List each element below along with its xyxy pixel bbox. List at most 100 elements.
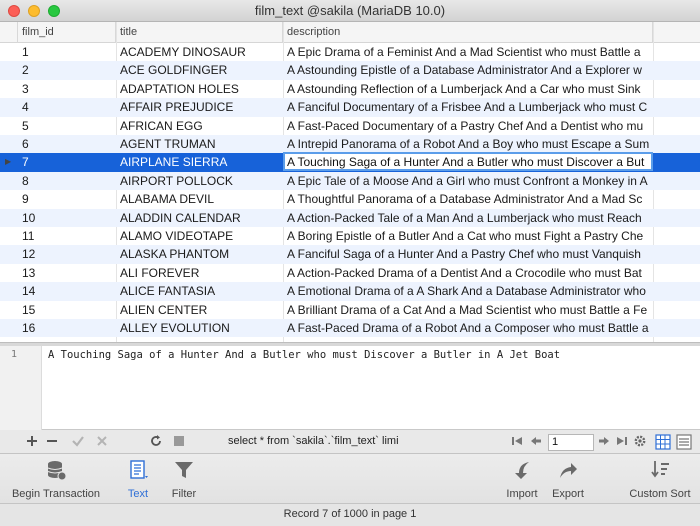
cell-film-id[interactable]: 14 [18, 282, 115, 300]
cell-title[interactable]: ALASKA PHANTOM [116, 245, 282, 263]
cell-film-id[interactable]: 7 [18, 153, 115, 171]
filter-button[interactable]: Filter [164, 459, 204, 500]
custom-sort-button[interactable]: Custom Sort [624, 459, 696, 500]
table-row[interactable]: 8 AIRPORT POLLOCK A Epic Tale of a Moose A… [0, 171, 700, 191]
row-marker-header [0, 22, 18, 43]
table-row[interactable]: 6 AGENT TRUMAN A Intrepid Panorama of a Ro… [0, 135, 700, 154]
cell-title[interactable]: ALLEY EVOLUTION [116, 319, 282, 337]
custom-sort-label: Custom Sort [629, 488, 691, 500]
cell-description[interactable]: A Astounding Reflection of a Lumberjack … [283, 80, 653, 98]
cell-description[interactable]: A Fanciful Saga of a Hunter And a Pastry… [283, 245, 653, 263]
refresh-button[interactable] [148, 434, 164, 450]
cell-description[interactable]: A Fanciful Documentary of a Frisbee And … [283, 98, 653, 116]
cell-description[interactable]: A Astounding Epistle of a Database Admin… [283, 61, 653, 79]
cell-description[interactable]: A Brilliant Drama of a Cat And a Mad Sci… [283, 301, 653, 319]
table-row[interactable]: 10 ALADDIN CALENDAR A Action-Packed Tale o… [0, 208, 700, 227]
table-row[interactable]: 15 ALIEN CENTER A Brilliant Drama of a Cat… [0, 301, 700, 319]
grid-view-button[interactable] [655, 434, 671, 450]
cell-film-id[interactable]: 4 [18, 98, 115, 116]
column-header-title[interactable]: title [116, 22, 283, 43]
table-row[interactable]: ▶ 7 AIRPLANE SIERRA A Touching Saga of a Hu… [0, 152, 700, 172]
cell-title[interactable]: AGENT TRUMAN [116, 135, 282, 153]
form-view-button[interactable] [676, 434, 692, 450]
minimize-window-button[interactable] [28, 5, 40, 17]
cell-film-id[interactable]: 2 [18, 61, 115, 79]
cell-description[interactable]: A Epic Drama of a Feminist And a Mad Sci… [283, 43, 653, 61]
cell-description[interactable]: A Action-Packed Drama of a Dentist And a… [283, 264, 653, 282]
cell-film-id[interactable]: 5 [18, 117, 115, 135]
table-row[interactable]: 11 ALAMO VIDEOTAPE A Boring Epistle of a B… [0, 227, 700, 245]
text-view-button[interactable]: Text [116, 459, 160, 500]
cell-description[interactable]: A Thoughtful Panorama of a Database Admi… [283, 190, 653, 208]
table-row[interactable]: 3 ADAPTATION HOLES A Astounding Reflection… [0, 80, 700, 98]
record-status-text: Record 7 of 1000 in page 1 [283, 508, 417, 520]
cell-title[interactable]: ACE GOLDFINGER [116, 61, 282, 79]
page-number-input[interactable]: 1 [548, 434, 594, 451]
discard-changes-button[interactable] [94, 434, 110, 450]
cell-description[interactable]: A Emotional Drama of a A Shark And a Dat… [283, 282, 653, 300]
cell-film-id[interactable]: 8 [18, 172, 115, 190]
cell-film-id[interactable]: 15 [18, 301, 115, 319]
field-editor-text[interactable]: A Touching Saga of a Hunter And a Butler… [48, 349, 560, 361]
cell-description[interactable]: A Boring Epistle of a Butler And a Cat w… [283, 227, 653, 245]
stop-button[interactable] [171, 434, 187, 450]
import-label: Import [506, 488, 538, 500]
cell-description[interactable]: A Touching Saga of a Hunter And a Butler… [283, 152, 653, 172]
cell-description[interactable]: A Fast-Paced Documentary of a Pastry Che… [283, 117, 653, 135]
arrow-right-icon [599, 437, 609, 445]
field-editor[interactable]: 1 A Touching Saga of a Hunter And a Butl… [0, 346, 700, 430]
cell-title[interactable]: ADAPTATION HOLES [116, 80, 282, 98]
cell-title[interactable]: ALABAMA DEVIL [116, 190, 282, 208]
settings-button[interactable] [632, 434, 648, 450]
column-header-description[interactable]: description [283, 22, 653, 43]
cell-title[interactable]: ACADEMY DINOSAUR [116, 43, 282, 61]
next-page-button[interactable] [596, 434, 612, 450]
begin-transaction-button[interactable]: Begin Transaction [6, 459, 106, 500]
cell-description[interactable]: A Intrepid Panorama of a Robot And a Boy… [283, 135, 653, 153]
table-row[interactable]: 12 ALASKA PHANTOM A Fanciful Saga of a Hun… [0, 245, 700, 264]
cell-title[interactable]: ALADDIN CALENDAR [116, 209, 282, 227]
cell-film-id[interactable]: 1 [18, 43, 115, 61]
begin-transaction-label: Begin Transaction [11, 488, 101, 500]
cell-film-id[interactable]: 16 [18, 319, 115, 337]
column-header-film-id[interactable]: film_id [18, 22, 116, 43]
add-row-button[interactable] [24, 434, 40, 450]
previous-page-button[interactable] [528, 434, 544, 450]
minus-icon [47, 440, 57, 442]
apply-changes-button[interactable] [70, 434, 86, 450]
last-page-button[interactable] [614, 434, 630, 450]
cell-description[interactable]: A Action-Packed Tale of a Man And a Lumb… [283, 209, 653, 227]
cell-film-id[interactable]: 10 [18, 209, 115, 227]
table-row[interactable]: 2 ACE GOLDFINGER A Astounding Epistle of a… [0, 61, 700, 80]
table-row[interactable]: 9 ALABAMA DEVIL A Thoughtful Panorama of a… [0, 190, 700, 208]
import-button[interactable]: Import [500, 459, 544, 500]
cell-title[interactable]: ALI FOREVER [116, 264, 282, 282]
cell-title[interactable]: AIRPLANE SIERRA [116, 153, 282, 171]
table-row[interactable]: 1 ACADEMY DINOSAUR A Epic Drama of a Femin… [0, 43, 700, 61]
remove-row-button[interactable] [44, 434, 60, 450]
cell-title[interactable]: ALIEN CENTER [116, 301, 282, 319]
cell-description[interactable]: A Epic Tale of a Moose And a Girl who mu… [283, 172, 653, 190]
cell-title[interactable]: AFFAIR PREJUDICE [116, 98, 282, 116]
cell-film-id[interactable]: 13 [18, 264, 115, 282]
cell-film-id[interactable]: 11 [18, 227, 115, 245]
cell-film-id[interactable]: 9 [18, 190, 115, 208]
cell-title[interactable]: AFRICAN EGG [116, 117, 282, 135]
close-window-button[interactable] [8, 5, 20, 17]
export-button[interactable]: Export [546, 459, 590, 500]
first-page-button[interactable] [509, 434, 525, 450]
table-row[interactable]: 16 ALLEY EVOLUTION A Fast-Paced Drama of a… [0, 319, 700, 338]
maximize-window-button[interactable] [48, 5, 60, 17]
cell-film-id[interactable]: 3 [18, 80, 115, 98]
cell-film-id[interactable]: 6 [18, 135, 115, 153]
table-row[interactable]: 13 ALI FOREVER A Action-Packed Drama of a … [0, 264, 700, 282]
table-row[interactable]: 5 AFRICAN EGG A Fast-Paced Documentary of … [0, 117, 700, 135]
results-grid[interactable]: film_id title description 1 ACADEMY DINOS… [0, 22, 700, 342]
cell-title[interactable]: ALICE FANTASIA [116, 282, 282, 300]
table-row[interactable]: 4 AFFAIR PREJUDICE A Fanciful Documentary … [0, 98, 700, 117]
table-row[interactable]: 14 ALICE FANTASIA A Emotional Drama of a A… [0, 282, 700, 301]
cell-title[interactable]: ALAMO VIDEOTAPE [116, 227, 282, 245]
cell-film-id[interactable]: 12 [18, 245, 115, 263]
cell-title[interactable]: AIRPORT POLLOCK [116, 172, 282, 190]
cell-description[interactable]: A Fast-Paced Drama of a Robot And a Comp… [283, 319, 653, 337]
